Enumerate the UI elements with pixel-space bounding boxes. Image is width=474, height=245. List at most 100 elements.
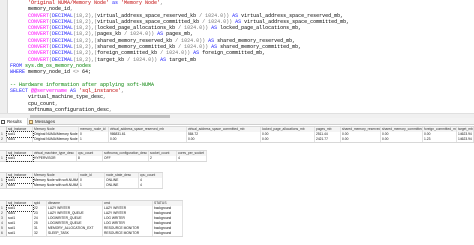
code-token: virtual_address_space_committed_mb, bbox=[241, 18, 350, 25]
code-token: (18,2),( bbox=[73, 37, 98, 44]
table-cell[interactable]: 2 bbox=[149, 156, 177, 161]
code-token: pages_kb bbox=[97, 31, 122, 38]
code-token: / 1024.0)) bbox=[175, 44, 212, 51]
table-cell[interactable]: SLEEP_TASK bbox=[47, 231, 103, 236]
row-number[interactable]: 2 bbox=[0, 137, 7, 142]
code-token: / 1024.0)) bbox=[199, 18, 236, 25]
code-token: CONVERT bbox=[28, 44, 50, 51]
table-cell[interactable]: 2421.77 bbox=[315, 137, 341, 142]
table-row[interactable]: 2 sod1 Original NUMA/Memory Node 1 0.00 0.00 0… bbox=[0, 137, 474, 142]
results-pane: sql_instance Memory Node memory_node_id vir… bbox=[0, 126, 474, 245]
row-number[interactable]: 6 bbox=[0, 231, 7, 236]
code-token: virtual_machine_type_desc bbox=[28, 94, 104, 101]
tab-messages[interactable]: Messages bbox=[28, 118, 60, 125]
code-token: CONVERT bbox=[28, 37, 50, 44]
table-cell[interactable]: background bbox=[153, 231, 183, 236]
table-cell[interactable]: 4 bbox=[177, 156, 207, 161]
code-token: CONVERT bbox=[28, 18, 50, 25]
code-token: / 1024.0)) bbox=[196, 12, 233, 19]
code-token: (18,2),( bbox=[73, 50, 98, 57]
table-cell[interactable]: RESOURCE MONITOR bbox=[103, 231, 153, 236]
table-cell[interactable]: ONLINE bbox=[105, 183, 139, 188]
table-cell[interactable]: 0.00 bbox=[187, 137, 261, 142]
code-token: SELECT bbox=[10, 88, 29, 95]
code-token: DECIMAL bbox=[52, 31, 74, 38]
table-cell[interactable]: 0.00 bbox=[341, 137, 381, 142]
code-token: DECIMAL bbox=[52, 56, 74, 63]
table-cell[interactable]: 1 bbox=[79, 137, 109, 142]
results-tab-strip: Results Messages bbox=[0, 118, 474, 125]
table-row[interactable]: 2 sod1 Memory Node with soft-NUMA 1 ONLINE 4 bbox=[0, 183, 163, 188]
row-number[interactable]: 1 bbox=[0, 156, 7, 161]
code-token: CONVERT bbox=[28, 56, 50, 63]
code-token: DECIMAL bbox=[52, 25, 74, 32]
code-token: virtual_address_space_committed_kb bbox=[97, 18, 200, 25]
table-cell[interactable]: 8 bbox=[77, 156, 103, 161]
row-number[interactable]: 2 bbox=[0, 183, 7, 188]
grid-icon bbox=[1, 119, 5, 124]
grid-memory-nodes[interactable]: sql_instance Memory Node memory_node_id vir… bbox=[0, 126, 474, 143]
code-token: / 1024.0)) bbox=[124, 56, 161, 63]
code-token: DECIMAL bbox=[52, 50, 74, 57]
code-token: CONVERT bbox=[28, 50, 50, 57]
code-token: / 1024.0)) bbox=[175, 25, 212, 32]
table-cell[interactable]: 0.00 bbox=[261, 137, 315, 142]
code-token: -- Hardware information after applying s… bbox=[10, 81, 155, 88]
table-cell[interactable]: sod1 bbox=[7, 137, 33, 142]
tab-results-label: Results bbox=[7, 119, 22, 124]
code-token: DECIMAL bbox=[52, 18, 74, 25]
code-token: 64; bbox=[79, 69, 92, 76]
tab-messages-label: Messages bbox=[35, 119, 56, 124]
table-cell[interactable]: 1.23 bbox=[423, 137, 457, 142]
code-token: sys.dm_os_memory_nodes bbox=[25, 62, 92, 69]
table-cell[interactable]: 0.00 bbox=[381, 137, 423, 142]
code-token: (18,2),( bbox=[73, 12, 98, 19]
code-token: / 1024.0)) bbox=[157, 50, 194, 57]
grid-hardware[interactable]: sql_instance virtual_machine_type_desc cpu… bbox=[0, 150, 207, 162]
code-token: WHERE bbox=[10, 69, 26, 76]
grid-workers[interactable]: sql_instance spid dbname cmd STATUS 1 sod1 22 LA… bbox=[0, 200, 183, 237]
code-token: cpu_count bbox=[28, 100, 56, 107]
code-token: (18,2),( bbox=[73, 44, 98, 51]
table-cell[interactable]: sod1 bbox=[7, 183, 33, 188]
code-token: (18,2),( bbox=[73, 25, 98, 32]
tab-results[interactable]: Results bbox=[0, 118, 28, 125]
table-cell[interactable]: sod1 bbox=[7, 231, 33, 236]
code-token: , bbox=[70, 6, 74, 13]
code-token: (18,2),( bbox=[73, 18, 98, 25]
table-cell[interactable]: HYPERVISOR bbox=[33, 156, 77, 161]
table-cell[interactable]: 0.00 bbox=[109, 137, 187, 142]
code-token: as bbox=[109, 0, 122, 6]
code-token: virtual_address_space_reserved_mb, bbox=[238, 12, 344, 19]
code-token: locked_page_allocations_mb, bbox=[217, 25, 302, 32]
code-token: shared_memory_reserved_kb bbox=[97, 37, 173, 44]
table-cell[interactable]: 4 bbox=[139, 183, 163, 188]
code-token: target_kb bbox=[97, 56, 125, 63]
code-token: , bbox=[103, 94, 107, 101]
query-editor[interactable]: 'Original NUMA/Memory Node' as 'Memory N… bbox=[0, 0, 474, 113]
table-cell[interactable]: sod1 bbox=[6, 155, 34, 162]
table-row[interactable]: 1 sod1 HYPERVISOR 8 OFF 2 4 bbox=[0, 155, 207, 162]
code-token: (18,2),( bbox=[73, 31, 98, 38]
table-cell[interactable]: 14623.94 bbox=[457, 137, 474, 142]
code-token: 'Memory Node' bbox=[121, 0, 161, 6]
code-token: AS bbox=[67, 88, 80, 95]
code-token: pages_mb, bbox=[163, 31, 194, 38]
sql-code[interactable]: 'Original NUMA/Memory Node' as 'Memory N… bbox=[10, 0, 474, 113]
table-cell[interactable]: Original NUMA/Memory Node bbox=[33, 137, 79, 142]
code-token: 'sql_instance' bbox=[79, 88, 122, 95]
code-token: , bbox=[55, 100, 59, 107]
grid-softnuma-nodes[interactable]: sql_instance Memory Node node_id node_state… bbox=[0, 172, 163, 189]
code-token: DECIMAL bbox=[52, 12, 74, 19]
code-token: / 1024.0)) bbox=[172, 37, 209, 44]
table-cell[interactable]: Memory Node with soft-NUMA bbox=[33, 183, 79, 188]
table-cell[interactable]: OFF bbox=[103, 156, 149, 161]
table-cell[interactable]: 1 bbox=[79, 183, 105, 188]
editor-gutter bbox=[0, 0, 8, 113]
code-token: memory_node_id bbox=[25, 69, 74, 76]
code-token: memory_node_id bbox=[28, 6, 71, 13]
code-token: shared_memory_committed_mb, bbox=[217, 44, 302, 51]
table-cell[interactable]: 32 bbox=[33, 231, 47, 236]
table-row[interactable]: 6 sod1 32 SLEEP_TASK RESOURCE MONITOR backgro… bbox=[0, 231, 183, 236]
code-token: @@servername bbox=[31, 88, 68, 95]
